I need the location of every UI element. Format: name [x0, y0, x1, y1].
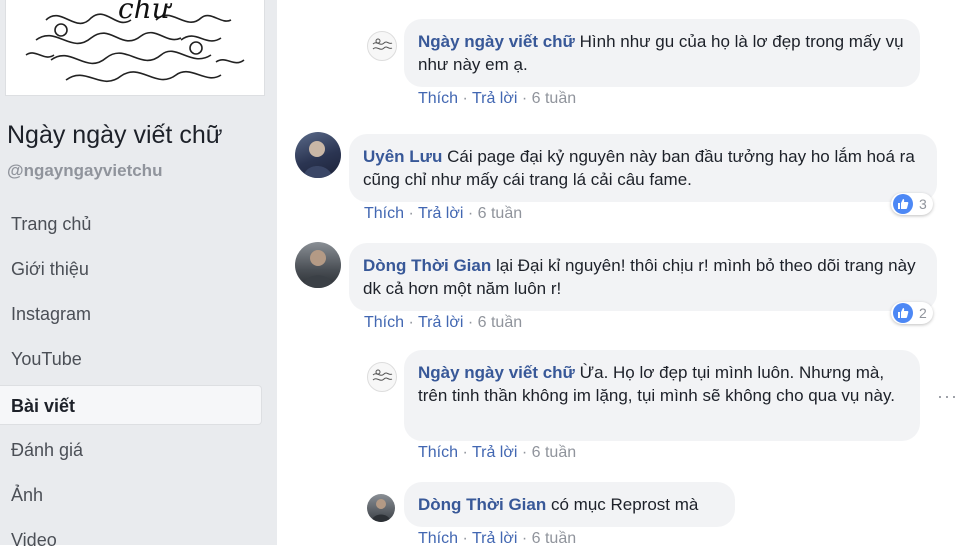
page-username[interactable]: @ngayngayvietchu — [7, 161, 162, 181]
like-link[interactable]: Thích — [364, 314, 404, 331]
nav-item-about[interactable]: Giới thiệu — [0, 249, 262, 289]
page-avatar[interactable] — [367, 31, 397, 61]
nav-item-photos[interactable]: Ảnh — [0, 475, 262, 515]
comment-actions: Thích · Trả lời · 6 tuần — [418, 444, 577, 461]
reply-link[interactable]: Trả lời — [418, 205, 463, 222]
like-link[interactable]: Thích — [418, 530, 458, 547]
comment-author[interactable]: Dòng Thời Gian — [418, 495, 546, 514]
nav-item-posts[interactable]: Bài viết — [0, 385, 262, 425]
nav-item-youtube[interactable]: YouTube — [0, 339, 262, 379]
wave-logo-icon — [372, 38, 393, 50]
reply-link[interactable]: Trả lời — [472, 444, 517, 461]
comment-author[interactable]: Uyên Lưu — [363, 147, 442, 166]
comment-author[interactable]: Dòng Thời Gian — [363, 256, 491, 275]
reply-link[interactable]: Trả lời — [472, 90, 517, 107]
nav-item-videos[interactable]: Video — [0, 520, 262, 560]
reaction-count[interactable]: 2 — [891, 302, 933, 324]
comment-time[interactable]: 6 tuần — [532, 90, 576, 107]
comment-author[interactable]: Ngày ngày viết chữ — [418, 363, 575, 382]
wave-logo-icon: chữ — [25, 0, 245, 82]
comment-bubble: Dòng Thời Gian có mục Reprost mà — [404, 482, 735, 527]
page-avatar[interactable] — [367, 362, 397, 392]
user-photo-icon — [303, 141, 333, 178]
reply-link[interactable]: Trả lời — [472, 530, 517, 547]
comment-bubble: Dòng Thời Gian lại Đại kỉ nguyên! thôi c… — [349, 243, 937, 311]
page-title[interactable]: Ngày ngày viết chữ — [7, 121, 222, 150]
nav-item-home[interactable]: Trang chủ — [0, 204, 262, 244]
like-reaction-icon — [893, 303, 913, 323]
comment-author[interactable]: Ngày ngày viết chữ — [418, 32, 575, 51]
user-avatar[interactable] — [295, 132, 341, 178]
user-avatar[interactable] — [367, 494, 395, 522]
comment-time[interactable]: 6 tuần — [478, 314, 522, 331]
more-options-icon[interactable]: ··· — [937, 386, 958, 407]
like-link[interactable]: Thích — [418, 444, 458, 461]
comment-time[interactable]: 6 tuần — [532, 530, 576, 547]
reply-link[interactable]: Trả lời — [418, 314, 463, 331]
comment-bubble: Ngày ngày viết chữ Ừa. Họ lơ đẹp tụi mìn… — [404, 350, 920, 441]
comment-actions: Thích · Trả lời · 6 tuần — [418, 530, 577, 547]
comment-time[interactable]: 6 tuần — [478, 205, 522, 222]
comment-bubble: Uyên Lưu Cái page đại kỷ nguyên này ban … — [349, 134, 937, 202]
nav-item-instagram[interactable]: Instagram — [0, 294, 262, 334]
comment-actions: Thích · Trả lời · 6 tuần — [364, 205, 523, 222]
comment-actions: Thích · Trả lời · 6 tuần — [364, 314, 523, 331]
like-link[interactable]: Thích — [364, 205, 404, 222]
user-photo-icon — [302, 250, 334, 288]
page-sidebar: chữ Ngày ngày viết chữ @ngayngayvietchu … — [0, 0, 277, 550]
cover-lettering: chữ — [118, 0, 173, 25]
comment-text: Cái page đại kỷ nguyên này ban đầu tưởng… — [363, 147, 915, 189]
reaction-number: 3 — [919, 196, 927, 212]
comment-time[interactable]: 6 tuần — [532, 444, 576, 461]
user-avatar[interactable] — [295, 242, 341, 288]
like-link[interactable]: Thích — [418, 90, 458, 107]
reaction-count[interactable]: 3 — [891, 193, 933, 215]
page-cover-image[interactable]: chữ — [5, 0, 265, 96]
user-photo-icon — [371, 499, 391, 522]
wave-logo-icon — [372, 369, 393, 381]
nav-item-reviews[interactable]: Đánh giá — [0, 430, 262, 470]
comment-text: có mục Reprost mà — [550, 495, 699, 514]
comment-bubble: Ngày ngày viết chữ Hình như gu của họ là… — [404, 19, 920, 87]
like-reaction-icon — [893, 194, 913, 214]
reaction-number: 2 — [919, 305, 927, 321]
comment-actions: Thích · Trả lời · 6 tuần — [418, 90, 577, 107]
